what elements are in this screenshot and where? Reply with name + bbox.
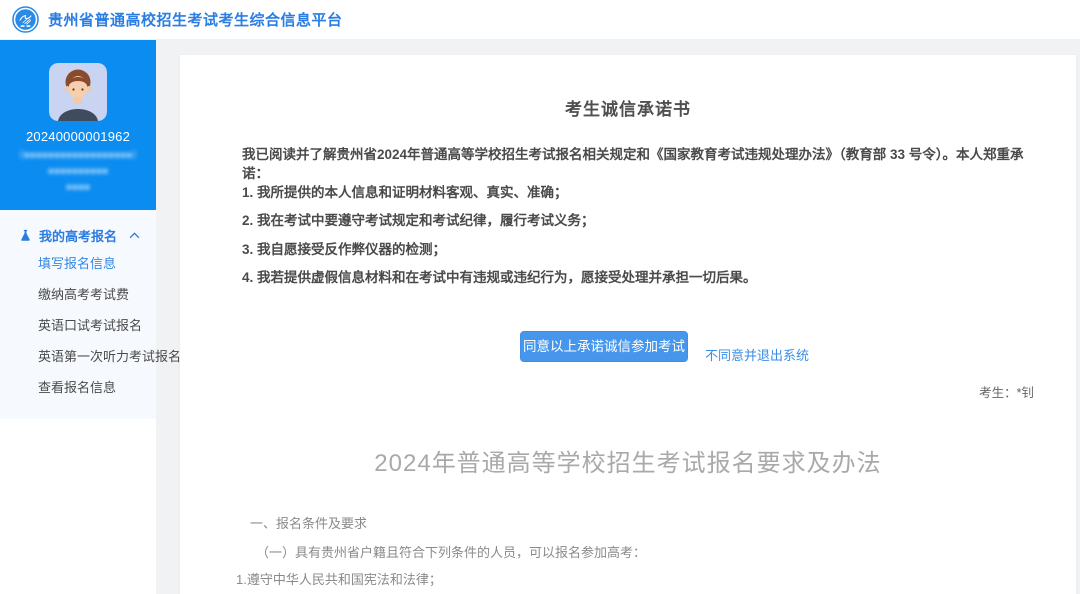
document-paragraph: 1.遵守中华人民共和国宪法和法律； bbox=[236, 569, 442, 588]
avatar bbox=[49, 63, 107, 121]
sidebar-item-english-listening[interactable]: 英语第一次听力考试报名 bbox=[0, 341, 156, 372]
page-title: 贵州省普通高校招生考试考生综合信息平台 bbox=[48, 9, 343, 30]
app-header: 贵州省普通高校招生考试考生综合信息平台 bbox=[0, 0, 1080, 40]
chevron-up-icon bbox=[129, 232, 140, 239]
main-content-card: 考生诚信承诺书 我已阅读并了解贵州省2024年普通高等学校招生考试报名相关规定和… bbox=[180, 55, 1076, 594]
pledge-item: 2. 我在考试中要遵守考试规定和考试纪律，履行考试义务； bbox=[242, 209, 1036, 229]
masked-info-line: ●●●● bbox=[0, 180, 156, 196]
document-paragraph: （一）具有贵州省户籍且符合下列条件的人员，可以报名参加高考： bbox=[256, 542, 646, 561]
pledge-item: 1. 我所提供的本人信息和证明材料客观、真实、准确； bbox=[242, 181, 1036, 201]
pledge-title: 考生诚信承诺书 bbox=[180, 95, 1076, 120]
agree-button[interactable]: 同意以上承诺诚信参加考试 bbox=[520, 331, 688, 362]
menu-group-label: 我的高考报名 bbox=[39, 226, 117, 245]
sidebar-menu: 我的高考报名 填写报名信息 缴纳高考考试费 英语口试考试报名 英语第一次听力考试… bbox=[0, 210, 156, 419]
platform-logo-icon bbox=[12, 6, 39, 33]
masked-info-line: ●●●●●●●●●● bbox=[0, 164, 156, 180]
sidebar: 20240000001962 （●●●●●●●●●●●●●●●●●●） ●●●●… bbox=[0, 40, 156, 594]
menu-group-my-gaokao[interactable]: 我的高考报名 bbox=[0, 222, 156, 248]
document-section-heading: 一、报名条件及要求 bbox=[250, 513, 367, 532]
sidebar-item-view-registration[interactable]: 查看报名信息 bbox=[0, 372, 156, 403]
pledge-item: 4. 我若提供虚假信息材料和在考试中有违规或违纪行为，愿接受处理并承担一切后果。 bbox=[242, 266, 1036, 286]
profile-panel: 20240000001962 （●●●●●●●●●●●●●●●●●●） ●●●●… bbox=[0, 40, 156, 210]
document-title: 2024年普通高等学校招生考试报名要求及办法 bbox=[180, 443, 1076, 478]
masked-info-line: （●●●●●●●●●●●●●●●●●●） bbox=[0, 148, 156, 164]
decline-exit-link[interactable]: 不同意并退出系统 bbox=[705, 345, 809, 364]
flask-icon bbox=[19, 229, 32, 242]
pledge-intro: 我已阅读并了解贵州省2024年普通高等学校招生考试报名相关规定和《国家教育考试违… bbox=[242, 145, 1036, 183]
sidebar-item-english-oral[interactable]: 英语口试考试报名 bbox=[0, 310, 156, 341]
candidate-name-label: 考生：*钊 bbox=[979, 382, 1034, 401]
pledge-item: 3. 我自愿接受反作弊仪器的检测； bbox=[242, 238, 1036, 258]
sidebar-item-pay-exam-fee[interactable]: 缴纳高考考试费 bbox=[0, 279, 156, 310]
candidate-id: 20240000001962 bbox=[0, 129, 156, 144]
sidebar-item-fill-registration[interactable]: 填写报名信息 bbox=[0, 248, 156, 279]
